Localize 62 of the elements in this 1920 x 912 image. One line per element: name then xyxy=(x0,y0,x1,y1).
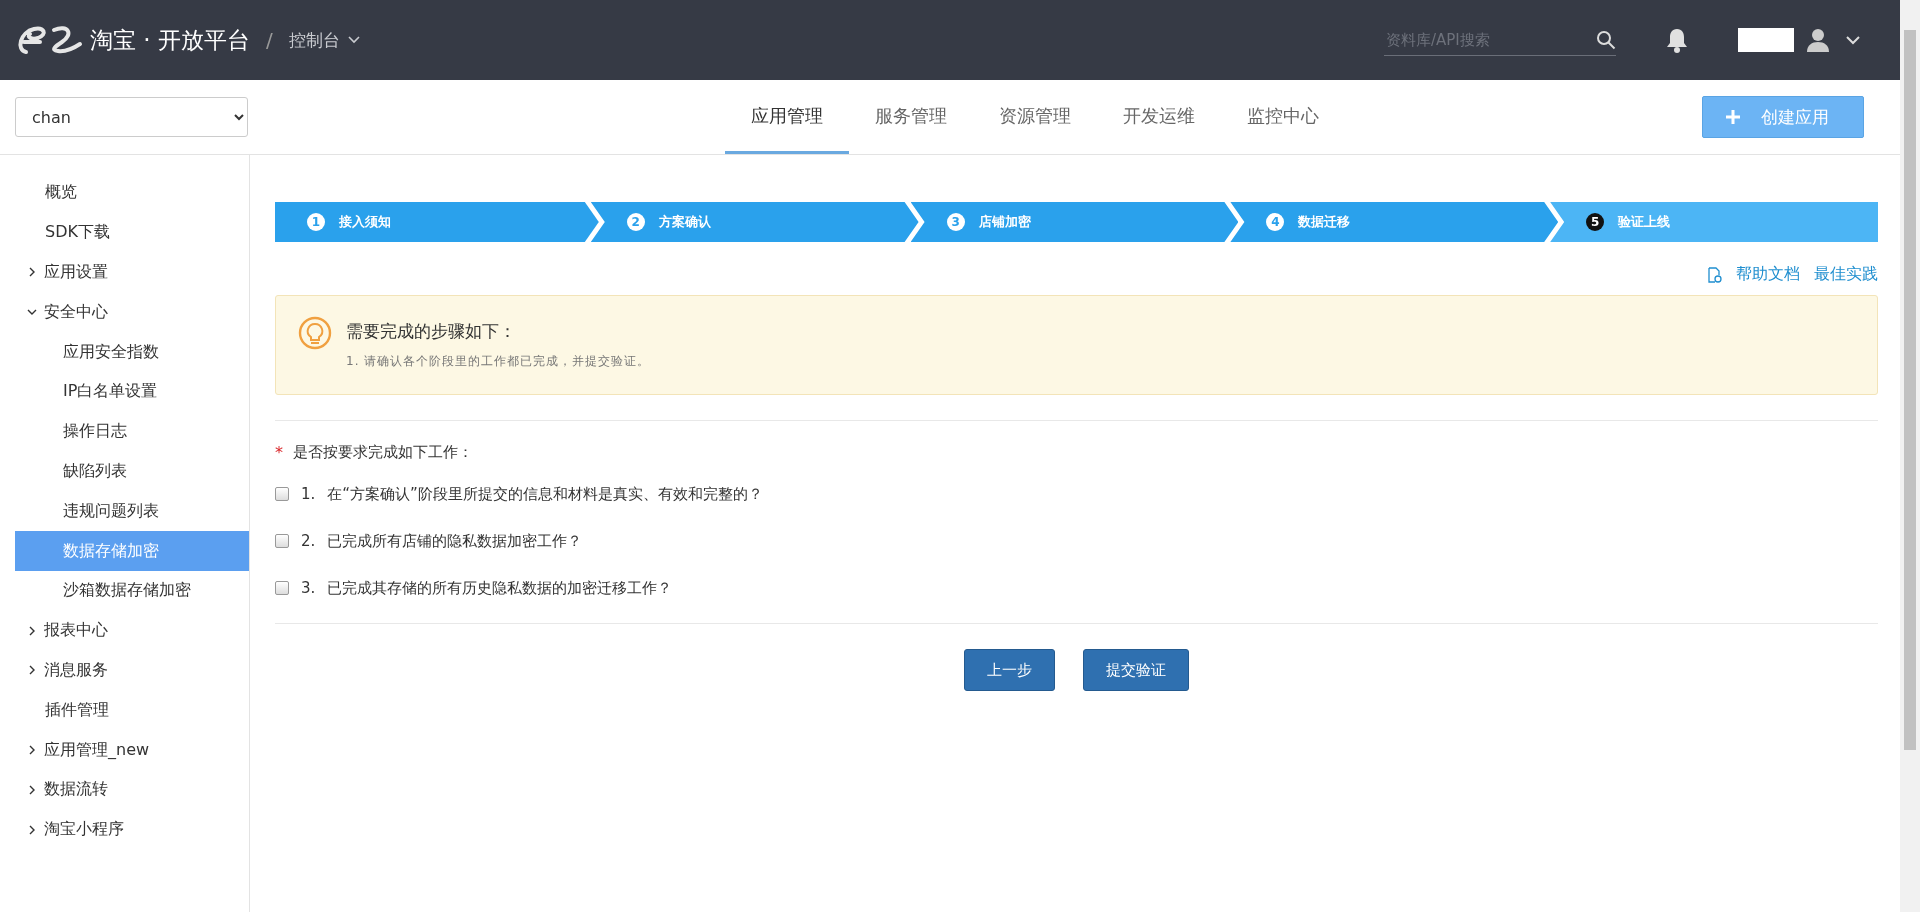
sidebar-item[interactable]: 安全中心 xyxy=(15,292,249,333)
checkbox[interactable] xyxy=(275,581,289,595)
sidebar-item[interactable]: 违规问题列表 xyxy=(15,491,249,532)
nav-tab[interactable]: 资源管理 xyxy=(973,80,1097,154)
sidebar-item[interactable]: 沙箱数据存储加密 xyxy=(15,570,249,611)
plus-icon xyxy=(1725,109,1741,125)
nav-tab[interactable]: 服务管理 xyxy=(849,80,973,154)
lightbulb-icon xyxy=(298,316,332,350)
question-label: 是否按要求完成如下工作： xyxy=(293,443,473,462)
sidebar-item[interactable]: 操作日志 xyxy=(15,411,249,452)
nav-tab[interactable]: 开发运维 xyxy=(1097,80,1221,154)
notice-title: 需要完成的步骤如下： xyxy=(346,320,517,343)
sidebar-item[interactable]: 数据流转 xyxy=(15,769,249,810)
search-icon[interactable] xyxy=(1596,29,1616,50)
step-number: 4 xyxy=(1266,213,1285,231)
sidebar-item[interactable]: 缺陷列表 xyxy=(15,451,249,492)
console-menu[interactable]: 控制台 xyxy=(288,28,360,52)
app-select[interactable]: chan xyxy=(15,97,248,137)
step-label: 接入须知 xyxy=(339,213,391,231)
sidebar-item[interactable]: 应用设置 xyxy=(15,252,249,293)
item-number: 2. xyxy=(301,532,316,550)
step-label: 验证上线 xyxy=(1618,213,1671,231)
nav-tab[interactable]: 应用管理 xyxy=(725,80,849,154)
sidebar-item[interactable]: 插件管理 xyxy=(15,690,249,731)
step-number: 2 xyxy=(626,213,645,231)
doc-link[interactable]: 最佳实践 xyxy=(1814,264,1878,285)
notice-text: 1. 请确认各个阶段里的工作都已完成，并提交验证。 xyxy=(346,353,651,370)
checkbox-label[interactable]: 在“方案确认”阶段里所提交的信息和材料是真实、有效和完整的？ xyxy=(327,484,763,504)
step-label: 数据迁移 xyxy=(1298,213,1351,231)
chevron-down-icon xyxy=(347,36,360,44)
breadcrumb-separator: / xyxy=(265,28,273,52)
step-number: 5 xyxy=(1586,213,1605,231)
item-number: 1. xyxy=(301,485,316,503)
checkbox-label[interactable]: 已完成所有店铺的隐私数据加密工作？ xyxy=(327,531,583,551)
doc-link[interactable]: 帮助文档 xyxy=(1736,264,1800,285)
sidebar-item[interactable]: IP白名单设置 xyxy=(15,372,249,412)
sidebar-item[interactable]: 应用安全指数 xyxy=(15,332,249,372)
nav-tab[interactable]: 监控中心 xyxy=(1221,80,1345,154)
step-number: 3 xyxy=(946,213,965,231)
step-number: 1 xyxy=(307,213,325,231)
required-mark: * xyxy=(275,443,283,462)
sidebar-item[interactable]: 应用管理_new xyxy=(15,730,249,770)
sidebar-item[interactable]: 报表中心 xyxy=(15,610,249,651)
document-icon[interactable] xyxy=(1707,266,1722,283)
logo-text[interactable]: 淘宝 · 开放平台 xyxy=(90,24,250,56)
action-button[interactable]: 上一步 xyxy=(964,649,1055,691)
sidebar-item[interactable]: SDK下载 xyxy=(15,212,249,253)
step-label: 店铺加密 xyxy=(978,213,1031,231)
checkbox[interactable] xyxy=(275,534,289,548)
action-button[interactable]: 提交验证 xyxy=(1083,649,1189,691)
checkbox[interactable] xyxy=(275,487,289,501)
sidebar-item[interactable]: 概览 xyxy=(15,173,249,213)
item-number: 3. xyxy=(301,579,316,597)
scrollbar[interactable] xyxy=(1900,0,1920,912)
username-block xyxy=(1738,28,1794,52)
step-label: 方案确认 xyxy=(658,213,711,231)
chevron-down-icon[interactable] xyxy=(1846,35,1860,45)
sidebar-item[interactable]: 消息服务 xyxy=(15,650,249,691)
bell-icon[interactable] xyxy=(1666,27,1688,53)
checkbox-label[interactable]: 已完成其存储的所有历史隐私数据的加密迁移工作？ xyxy=(327,578,673,598)
sidebar-item[interactable]: 淘宝小程序 xyxy=(15,809,249,850)
user-icon[interactable] xyxy=(1806,28,1830,52)
